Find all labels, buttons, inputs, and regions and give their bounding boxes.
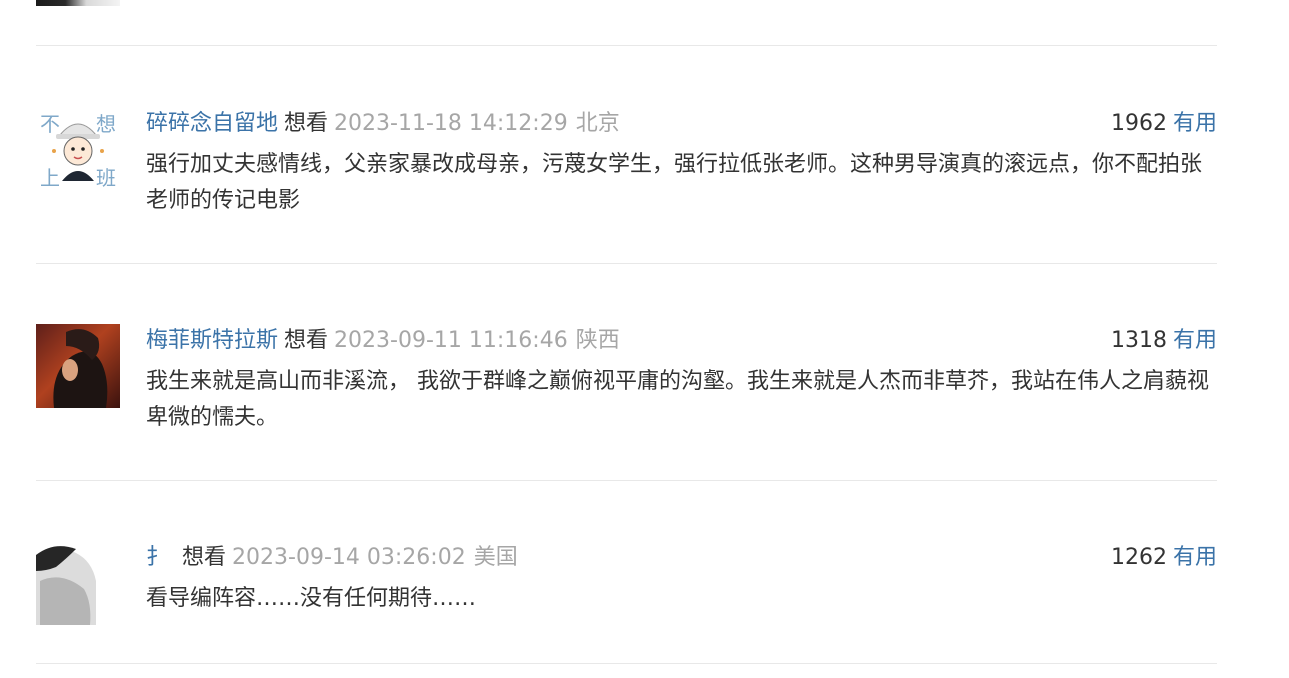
comment-location: 美国 [473, 545, 518, 570]
comment-time: 2023-11-18 14:12:29 [334, 111, 568, 136]
comment-header: 梅菲斯特拉斯 想看 2023-09-11 11:16:46 陕西 1318 有用 [146, 324, 1217, 358]
comment-text: 强行加丈夫感情线，父亲家暴改成母亲，污蔑女学生，强行拉低张老师。这种男导演真的滚… [146, 152, 1203, 213]
divider [36, 663, 1217, 664]
divider [36, 263, 1217, 264]
useful-vote-link[interactable]: 有用 [1173, 545, 1217, 570]
vote-area: 1262 有用 [1111, 541, 1217, 575]
comment-username[interactable]: 扌 [146, 545, 168, 570]
vote-count: 1262 [1110, 545, 1167, 570]
avatar-char-4: 班 [96, 166, 116, 190]
grayscale-photo-avatar[interactable] [36, 541, 120, 625]
comment-username[interactable]: 碎碎念自留地 [146, 111, 278, 136]
vote-count: 1962 [1110, 111, 1167, 136]
comment-time: 2023-09-11 11:16:46 [334, 328, 568, 353]
comment-time: 2023-09-14 03:26:02 [232, 545, 466, 570]
vote-area: 1962 有用 [1111, 107, 1217, 141]
divider [36, 45, 1217, 46]
comments-page: 不 想 上 班 碎碎念自留地 想看 2023-11-18 14:12:29 北京 19… [0, 0, 1289, 678]
painted-portrait-avatar[interactable] [36, 324, 120, 408]
cartoon-girl-avatar[interactable]: 不 想 上 班 [36, 107, 120, 191]
comment-username[interactable]: 梅菲斯特拉斯 [146, 328, 278, 353]
comment-status: 想看 [284, 328, 329, 353]
comment-header: 碎碎念自留地 想看 2023-11-18 14:12:29 北京 1962 有用 [146, 107, 1217, 141]
previous-avatar-fragment [36, 0, 120, 6]
useful-vote-link[interactable]: 有用 [1173, 328, 1217, 353]
useful-vote-link[interactable]: 有用 [1173, 111, 1217, 136]
comment-text: 我生来就是高山而非溪流， 我欲于群峰之巅俯视平庸的沟壑。我生来就是人杰而非草芥，… [146, 369, 1209, 430]
vote-count: 1318 [1110, 328, 1167, 353]
comment-location: 陕西 [575, 328, 620, 353]
comment-text: 看导编阵容……没有任何期待…… [146, 586, 477, 611]
avatar-char-3: 上 [40, 166, 60, 190]
avatar-char-1: 不 [40, 112, 60, 136]
avatar-char-2: 想 [96, 112, 116, 136]
comment-status: 想看 [284, 111, 329, 136]
vote-area: 1318 有用 [1111, 324, 1217, 358]
comment-status: 想看 [182, 545, 227, 570]
comment-location: 北京 [575, 111, 620, 136]
comment-header: 扌想看 2023-09-14 03:26:02 美国 1262 有用 [146, 541, 1217, 575]
divider [36, 480, 1217, 481]
